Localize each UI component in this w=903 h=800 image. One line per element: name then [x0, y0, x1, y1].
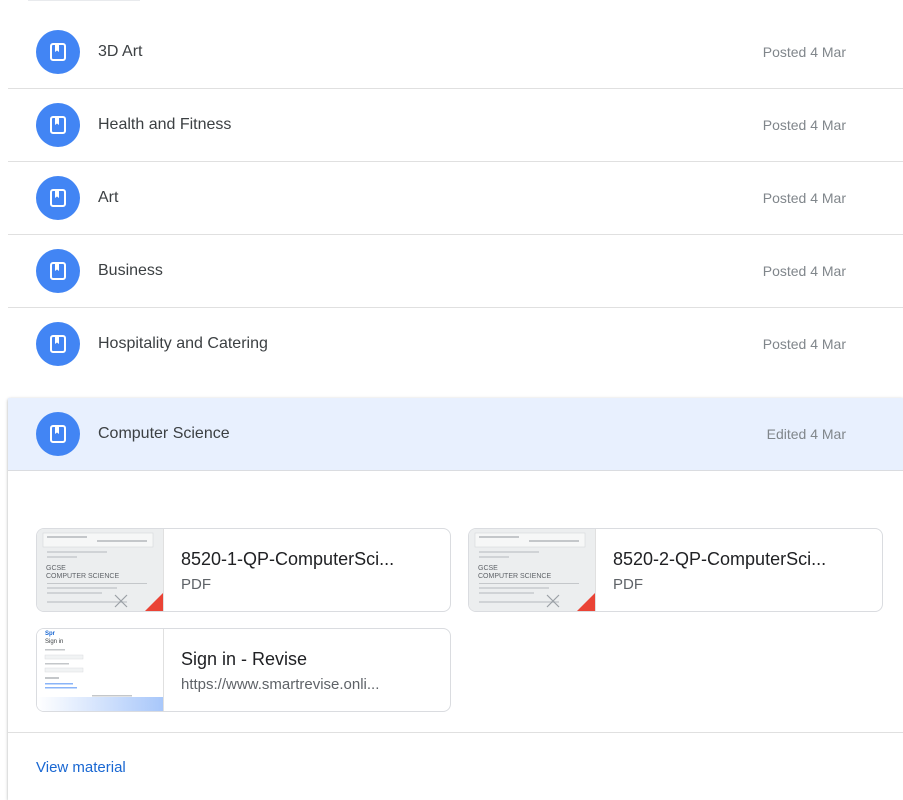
book-icon	[36, 30, 80, 74]
materials-list: 3D Art Posted 4 Mar Health and Fitness P…	[8, 16, 903, 380]
material-date: Posted 4 Mar	[762, 263, 846, 279]
attachment-type: PDF	[181, 576, 211, 593]
attachment-card-pdf-2[interactable]: GCSE COMPUTER SCIENCE 8520-2-QP-Computer…	[468, 528, 883, 612]
material-date: Posted 4 Mar	[762, 336, 846, 352]
material-title: 3D Art	[98, 43, 143, 60]
top-divider	[28, 0, 140, 1]
material-date: Edited 4 Mar	[766, 426, 846, 442]
attachment-type: PDF	[613, 576, 643, 593]
material-row-hospitality-and-catering[interactable]: Hospitality and Catering Posted 4 Mar	[8, 308, 903, 380]
material-title: Health and Fitness	[98, 116, 232, 133]
pdf-corner-icon	[143, 593, 163, 611]
book-icon	[36, 176, 80, 220]
thumb-label: GCSE	[478, 565, 498, 572]
book-icon	[36, 103, 80, 147]
material-row-health-and-fitness[interactable]: Health and Fitness Posted 4 Mar	[8, 89, 903, 162]
book-icon	[36, 322, 80, 366]
thumb-label: GCSE	[46, 565, 66, 572]
material-row-art[interactable]: Art Posted 4 Mar	[8, 162, 903, 235]
pdf-corner-icon	[575, 593, 595, 611]
attachment-title: 8520-2-QP-ComputerSci...	[613, 549, 827, 569]
material-row-computer-science[interactable]: Computer Science Edited 4 Mar	[8, 398, 903, 471]
material-date: Posted 4 Mar	[762, 190, 846, 206]
pdf-thumbnail: GCSE COMPUTER SCIENCE	[37, 529, 164, 611]
material-title: Business	[98, 262, 163, 279]
book-icon	[36, 412, 80, 456]
thumb-heading: COMPUTER SCIENCE	[46, 573, 120, 580]
attachment-url: https://www.smartrevise.onli...	[181, 676, 380, 693]
attachment-title: 8520-1-QP-ComputerSci...	[181, 549, 395, 569]
material-date: Posted 4 Mar	[762, 44, 846, 60]
pdf-thumbnail: GCSE COMPUTER SCIENCE	[469, 529, 596, 611]
material-title: Hospitality and Catering	[98, 335, 268, 352]
attachment-card-link[interactable]: Spr Sign in Sign in - Revise https://www…	[36, 628, 451, 712]
card-footer: View material	[8, 732, 903, 800]
material-title: Art	[98, 189, 119, 206]
material-title: Computer Science	[98, 425, 230, 442]
view-material-link[interactable]: View material	[36, 759, 126, 776]
material-row-business[interactable]: Business Posted 4 Mar	[8, 235, 903, 308]
book-icon	[36, 249, 80, 293]
thumb-heading: Sign in	[45, 639, 64, 645]
material-row-3d-art[interactable]: 3D Art Posted 4 Mar	[8, 16, 903, 89]
link-thumbnail: Spr Sign in	[37, 629, 164, 711]
material-date: Posted 4 Mar	[762, 117, 846, 133]
attachment-title: Sign in - Revise	[181, 649, 308, 669]
thumb-heading: COMPUTER SCIENCE	[478, 573, 552, 580]
classroom-materials-page: 3D Art Posted 4 Mar Health and Fitness P…	[0, 0, 903, 800]
thumb-label: Spr	[45, 631, 56, 637]
expanded-material-card: Computer Science Edited 4 Mar GCSE COMPU…	[8, 398, 903, 800]
attachment-card-pdf-1[interactable]: GCSE COMPUTER SCIENCE 8520-1-QP-Computer…	[36, 528, 451, 612]
